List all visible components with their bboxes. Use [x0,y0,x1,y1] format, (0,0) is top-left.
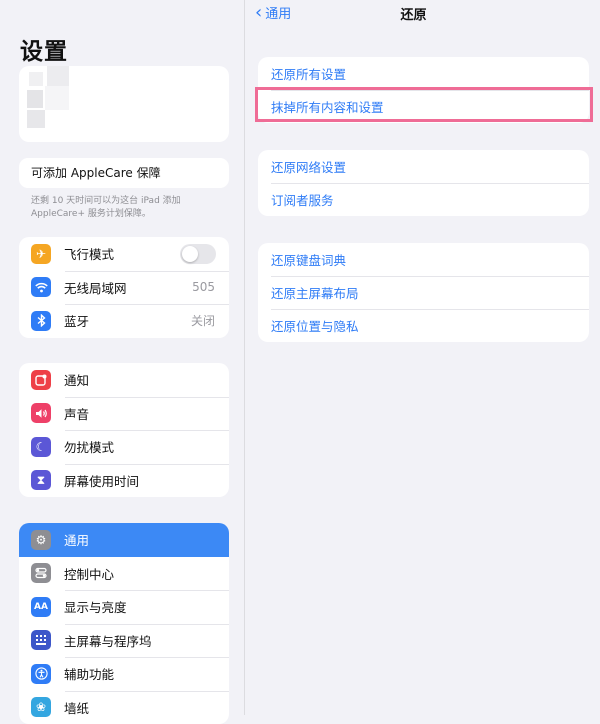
erase-all-content-button[interactable]: 抹掉所有内容和设置 [258,90,589,123]
connectivity-group: ✈ 飞行模式 无线局域网 505 蓝牙 关闭 [19,237,229,338]
sidebar-item-screen-time[interactable]: ⧗ 屏幕使用时间 [19,464,229,498]
avatar [27,110,45,128]
settings-sidebar: 设置 可添加 AppleCare 保障 还剩 10 天时间可以为这台 iPad … [0,0,245,715]
sidebar-item-do-not-disturb[interactable]: ☾ 勿扰模式 [19,430,229,464]
reset-home-screen-layout-button[interactable]: 还原主屏幕布局 [258,276,589,309]
wifi-value: 505 [192,280,215,294]
grid-icon [31,630,51,650]
sidebar-item-label: 控制中心 [64,564,114,583]
sidebar-item-notifications[interactable]: 通知 [19,363,229,397]
sidebar-item-label: 显示与亮度 [64,597,127,616]
avatar [47,66,69,86]
gear-icon: ⚙ [31,530,51,550]
control-center-icon [31,563,51,583]
notifications-group: 通知 声音 ☾ 勿扰模式 ⧗ 屏幕使用时间 [19,363,229,497]
moon-icon: ☾ [31,437,51,457]
sidebar-item-label: 飞行模式 [64,244,114,263]
speaker-icon [31,403,51,423]
notification-icon [31,370,51,390]
applecare-label: 可添加 AppleCare 保障 [31,166,161,180]
sidebar-item-home-screen-dock[interactable]: 主屏幕与程序坞 [19,624,229,658]
sidebar-item-label: 屏幕使用时间 [64,471,139,490]
sidebar-item-bluetooth[interactable]: 蓝牙 关闭 [19,304,229,338]
reset-group-2: 还原网络设置 订阅者服务 [258,150,589,216]
avatar [45,86,69,110]
applecare-note: 还剩 10 天时间可以为这台 iPad 添加 AppleCare+ 服务计划保障… [31,195,221,221]
reset-group-3: 还原键盘词典 还原主屏幕布局 还原位置与隐私 [258,243,589,342]
sidebar-item-label: 无线局域网 [64,278,127,297]
sidebar-item-label: 主屏幕与程序坞 [64,631,152,650]
sidebar-item-wifi[interactable]: 无线局域网 505 [19,271,229,305]
page-title: 还原 [245,4,600,23]
airplane-icon: ✈ [31,244,51,264]
bluetooth-value: 关闭 [191,312,215,329]
avatar [29,72,43,86]
sidebar-item-accessibility[interactable]: 辅助功能 [19,657,229,691]
sidebar-item-label: 通知 [64,370,89,389]
apple-id-card[interactable] [19,66,229,142]
applecare-row[interactable]: 可添加 AppleCare 保障 [19,158,229,188]
reset-keyboard-dictionary-button[interactable]: 还原键盘词典 [258,243,589,276]
general-group: ⚙ 通用 控制中心 AA 显示与亮度 主屏幕与程序坞 辅助功能 ❀ [19,523,229,724]
sidebar-item-label: 蓝牙 [64,311,89,330]
wifi-icon [31,277,51,297]
sidebar-item-label: 辅助功能 [64,664,114,683]
sidebar-item-label: 墙纸 [64,698,89,717]
sidebar-item-wallpaper[interactable]: ❀ 墙纸 [19,691,229,724]
bluetooth-icon [31,311,51,331]
sidebar-item-label: 通用 [64,530,89,549]
avatar [27,90,43,108]
sidebar-item-label: 声音 [64,404,89,423]
reset-location-privacy-button[interactable]: 还原位置与隐私 [258,309,589,342]
accessibility-icon [31,664,51,684]
sidebar-item-label: 勿扰模式 [64,437,114,456]
sidebar-title: 设置 [20,32,68,66]
sidebar-item-airplane-mode[interactable]: ✈ 飞行模式 [19,237,229,271]
sidebar-item-sounds[interactable]: 声音 [19,397,229,431]
reset-group-1: 还原所有设置 抹掉所有内容和设置 [258,57,589,123]
airplane-mode-toggle[interactable] [180,244,216,264]
reset-pane: ‹ 通用 还原 还原所有设置 抹掉所有内容和设置 还原网络设置 订阅者服务 还原… [245,0,600,715]
sidebar-item-display-brightness[interactable]: AA 显示与亮度 [19,590,229,624]
hourglass-icon: ⧗ [31,470,51,490]
sidebar-item-general[interactable]: ⚙ 通用 [19,523,229,557]
reset-all-settings-button[interactable]: 还原所有设置 [258,57,589,90]
flower-icon: ❀ [31,697,51,717]
subscriber-services-button[interactable]: 订阅者服务 [258,183,589,216]
aa-icon: AA [31,597,51,617]
sidebar-item-control-center[interactable]: 控制中心 [19,557,229,591]
reset-network-settings-button[interactable]: 还原网络设置 [258,150,589,183]
